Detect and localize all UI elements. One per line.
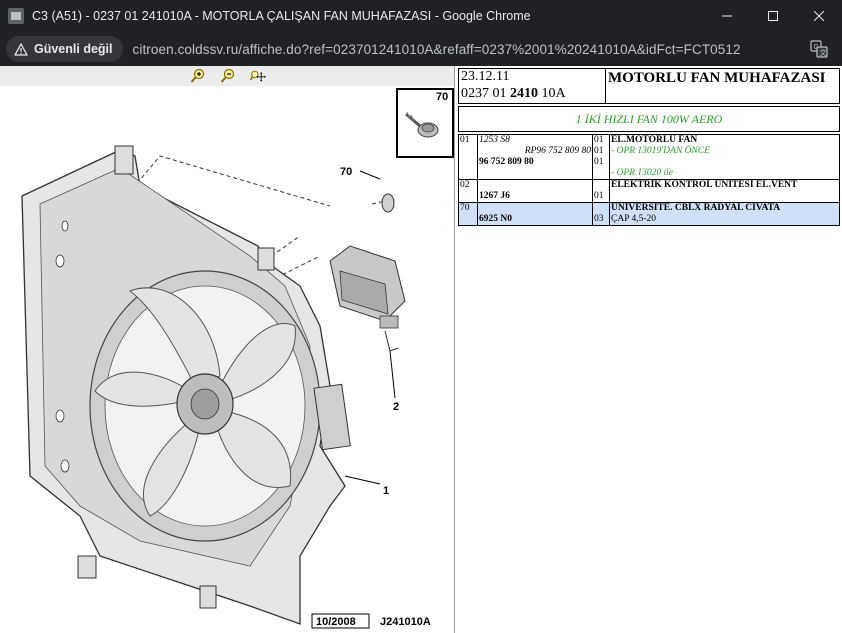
parts-pane: 23.12.11 0237 01 2410 10A MOTORLU FAN MU…	[456, 66, 842, 633]
exploded-view-drawing: 70 70 2 1 10/2008 J241010A	[21, 88, 454, 629]
table-row[interactable]: 70 6925 N0 03 ÜNİVERSİTE. CBLX RADYAL CI…	[458, 202, 840, 226]
header-title: MOTORLU FAN MUHAFAZASI	[608, 70, 826, 86]
part-number: 01	[458, 134, 478, 180]
page-content: 70 70 2 1 10/2008 J241010A 23.12.11 0237…	[0, 66, 842, 633]
part-qty: 03	[592, 202, 610, 226]
header-ref-prefix: 0237 01	[461, 86, 510, 101]
part-reference: 6925 N0	[477, 202, 593, 226]
part-number: 70	[458, 202, 478, 226]
parts-header: 23.12.11 0237 01 2410 10A MOTORLU FAN MU…	[458, 68, 840, 104]
close-icon[interactable]	[796, 0, 842, 32]
minimize-icon[interactable]	[704, 0, 750, 32]
part-qty: 01	[592, 179, 610, 203]
date-code: 10/2008	[316, 616, 356, 628]
callout-2: 2	[393, 401, 399, 413]
drawing-code: J241010A	[380, 616, 431, 628]
title-bar: C3 (A51) - 0237 01 241010A - MOTORLA ÇAL…	[0, 0, 842, 32]
header-ref-suffix: 10A	[538, 86, 566, 101]
svg-text:文: 文	[820, 48, 827, 57]
security-chip[interactable]: Güvenli değil	[6, 36, 123, 62]
zoom-out-icon[interactable]	[220, 68, 236, 84]
header-ref: 0237 01 2410 10A	[461, 86, 566, 102]
app-icon	[8, 8, 24, 24]
washer-part	[381, 193, 395, 213]
zoom-in-icon[interactable]	[190, 68, 206, 84]
part-description: ÜNİVERSİTE. CBLX RADYAL CIVATA ÇAP 4,5-2…	[609, 202, 840, 226]
table-row[interactable]: 01 1253 S8 RP96 752 809 80 96 752 809 80…	[458, 134, 840, 180]
header-date: 23.12.11	[461, 69, 510, 84]
zoom-pan-icon[interactable]	[249, 68, 266, 84]
window-title: C3 (A51) - 0237 01 241010A - MOTORLA ÇAL…	[32, 9, 531, 23]
header-divider	[605, 69, 606, 103]
part-description: ELEKTRİK KONTROL ÜNİTESİ EL.VENT	[609, 179, 840, 203]
address-bar: Güvenli değil citroen.coldssv.ru/affiche…	[0, 32, 842, 66]
translate-icon[interactable]: G文	[810, 40, 828, 58]
table-row[interactable]: 02 1267 J6 01 ELEKTRİK KONTROL ÜNİTESİ E…	[458, 179, 840, 203]
part-qty: 01 01 01	[592, 134, 610, 180]
callout-70: 70	[340, 166, 352, 178]
parts-table: 01 1253 S8 RP96 752 809 80 96 752 809 80…	[458, 134, 840, 226]
inset-label: 70	[436, 91, 448, 103]
zoom-toolbar	[0, 66, 454, 86]
part-number: 02	[458, 179, 478, 203]
drawing-pane: 70 70 2 1 10/2008 J241010A	[0, 66, 455, 633]
warning-icon	[14, 42, 28, 56]
part-reference: 1267 J6	[477, 179, 593, 203]
control-unit-part	[329, 245, 406, 352]
security-label: Güvenli değil	[34, 42, 113, 56]
maximize-icon[interactable]	[750, 0, 796, 32]
header-ref-bold: 2410	[510, 86, 538, 101]
callout-1: 1	[383, 485, 389, 497]
url-field[interactable]: citroen.coldssv.ru/affiche.do?ref=023701…	[133, 42, 741, 57]
part-description: EL.MOTORLU FAN - OPR 13019'DAN ÖNCE - OP…	[609, 134, 840, 180]
variant-subtitle: 1 İKİ HIZLI FAN 100W AERO	[458, 106, 840, 132]
part-reference: 1253 S8 RP96 752 809 80 96 752 809 80	[477, 134, 593, 180]
window-controls	[704, 0, 842, 32]
